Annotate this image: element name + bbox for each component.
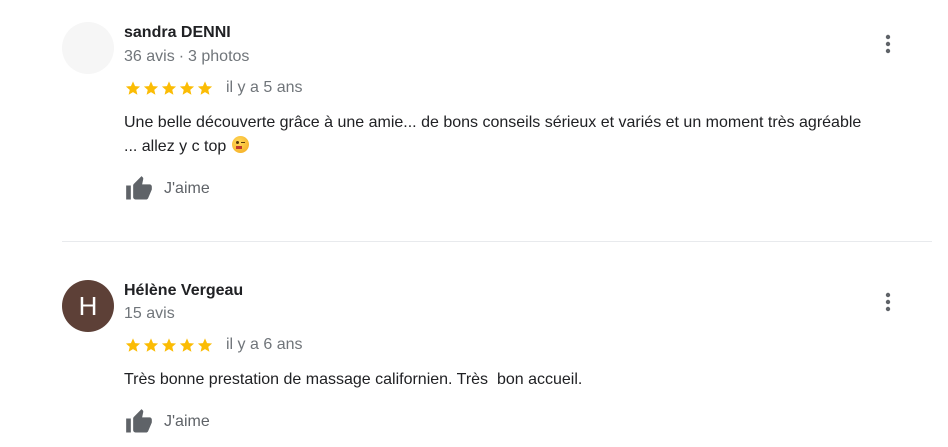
more-vert-icon xyxy=(885,34,891,54)
like-button[interactable]: J'aime xyxy=(124,407,210,437)
review-count: 15 avis xyxy=(124,305,175,322)
star-icon xyxy=(125,337,141,352)
rating-row: il y a 6 ans xyxy=(124,335,302,355)
divider xyxy=(62,241,932,242)
reviewer-meta: 36 avis · 3 photos xyxy=(124,48,249,66)
review-time: il y a 5 ans xyxy=(226,79,303,96)
star-rating xyxy=(124,80,214,97)
reviewer-name[interactable]: sandra DENNI xyxy=(124,24,231,42)
more-options-button[interactable] xyxy=(876,32,900,56)
star-icon xyxy=(179,337,195,352)
avatar-letter: H xyxy=(78,290,98,321)
star-icon xyxy=(143,337,159,352)
star-icon xyxy=(197,80,213,95)
rating-row: il y a 5 ans xyxy=(124,78,302,98)
review-text-line: Une belle découverte grâce à une amie...… xyxy=(124,114,862,131)
review-text-span: ... allez y c top xyxy=(124,138,227,155)
more-options-button[interactable] xyxy=(876,290,900,314)
reviews-page: sandra DENNI 36 avis · 3 photos il y a 5 a… xyxy=(0,0,948,447)
star-icon xyxy=(161,80,177,95)
photo-count: 3 photos xyxy=(188,48,250,65)
more-vert-icon xyxy=(885,292,891,312)
review-text: Très bonne prestation de massage califor… xyxy=(124,371,583,388)
meta-separator: · xyxy=(178,48,185,65)
review-text-line: ... allez y c top xyxy=(124,135,934,159)
like-label: J'aime xyxy=(164,180,210,197)
review-time: il y a 6 ans xyxy=(226,336,303,353)
review-count: 36 avis xyxy=(124,48,175,65)
thumbs-up-icon xyxy=(126,176,152,200)
star-icon xyxy=(125,80,141,95)
winking-face-icon xyxy=(232,136,250,153)
avatar[interactable]: H xyxy=(62,280,114,332)
star-rating xyxy=(124,337,214,354)
like-button[interactable]: J'aime xyxy=(124,174,210,204)
star-icon xyxy=(179,80,195,95)
star-icon xyxy=(143,80,159,95)
star-icon xyxy=(161,337,177,352)
like-label: J'aime xyxy=(164,413,210,430)
review-text: Une belle découverte grâce à une amie...… xyxy=(124,111,934,159)
reviewer-meta: 15 avis xyxy=(124,305,175,323)
reviewer-name[interactable]: Hélène Vergeau xyxy=(124,282,243,300)
thumbs-up-icon xyxy=(126,409,152,433)
avatar[interactable] xyxy=(62,22,114,74)
star-icon xyxy=(197,337,213,352)
